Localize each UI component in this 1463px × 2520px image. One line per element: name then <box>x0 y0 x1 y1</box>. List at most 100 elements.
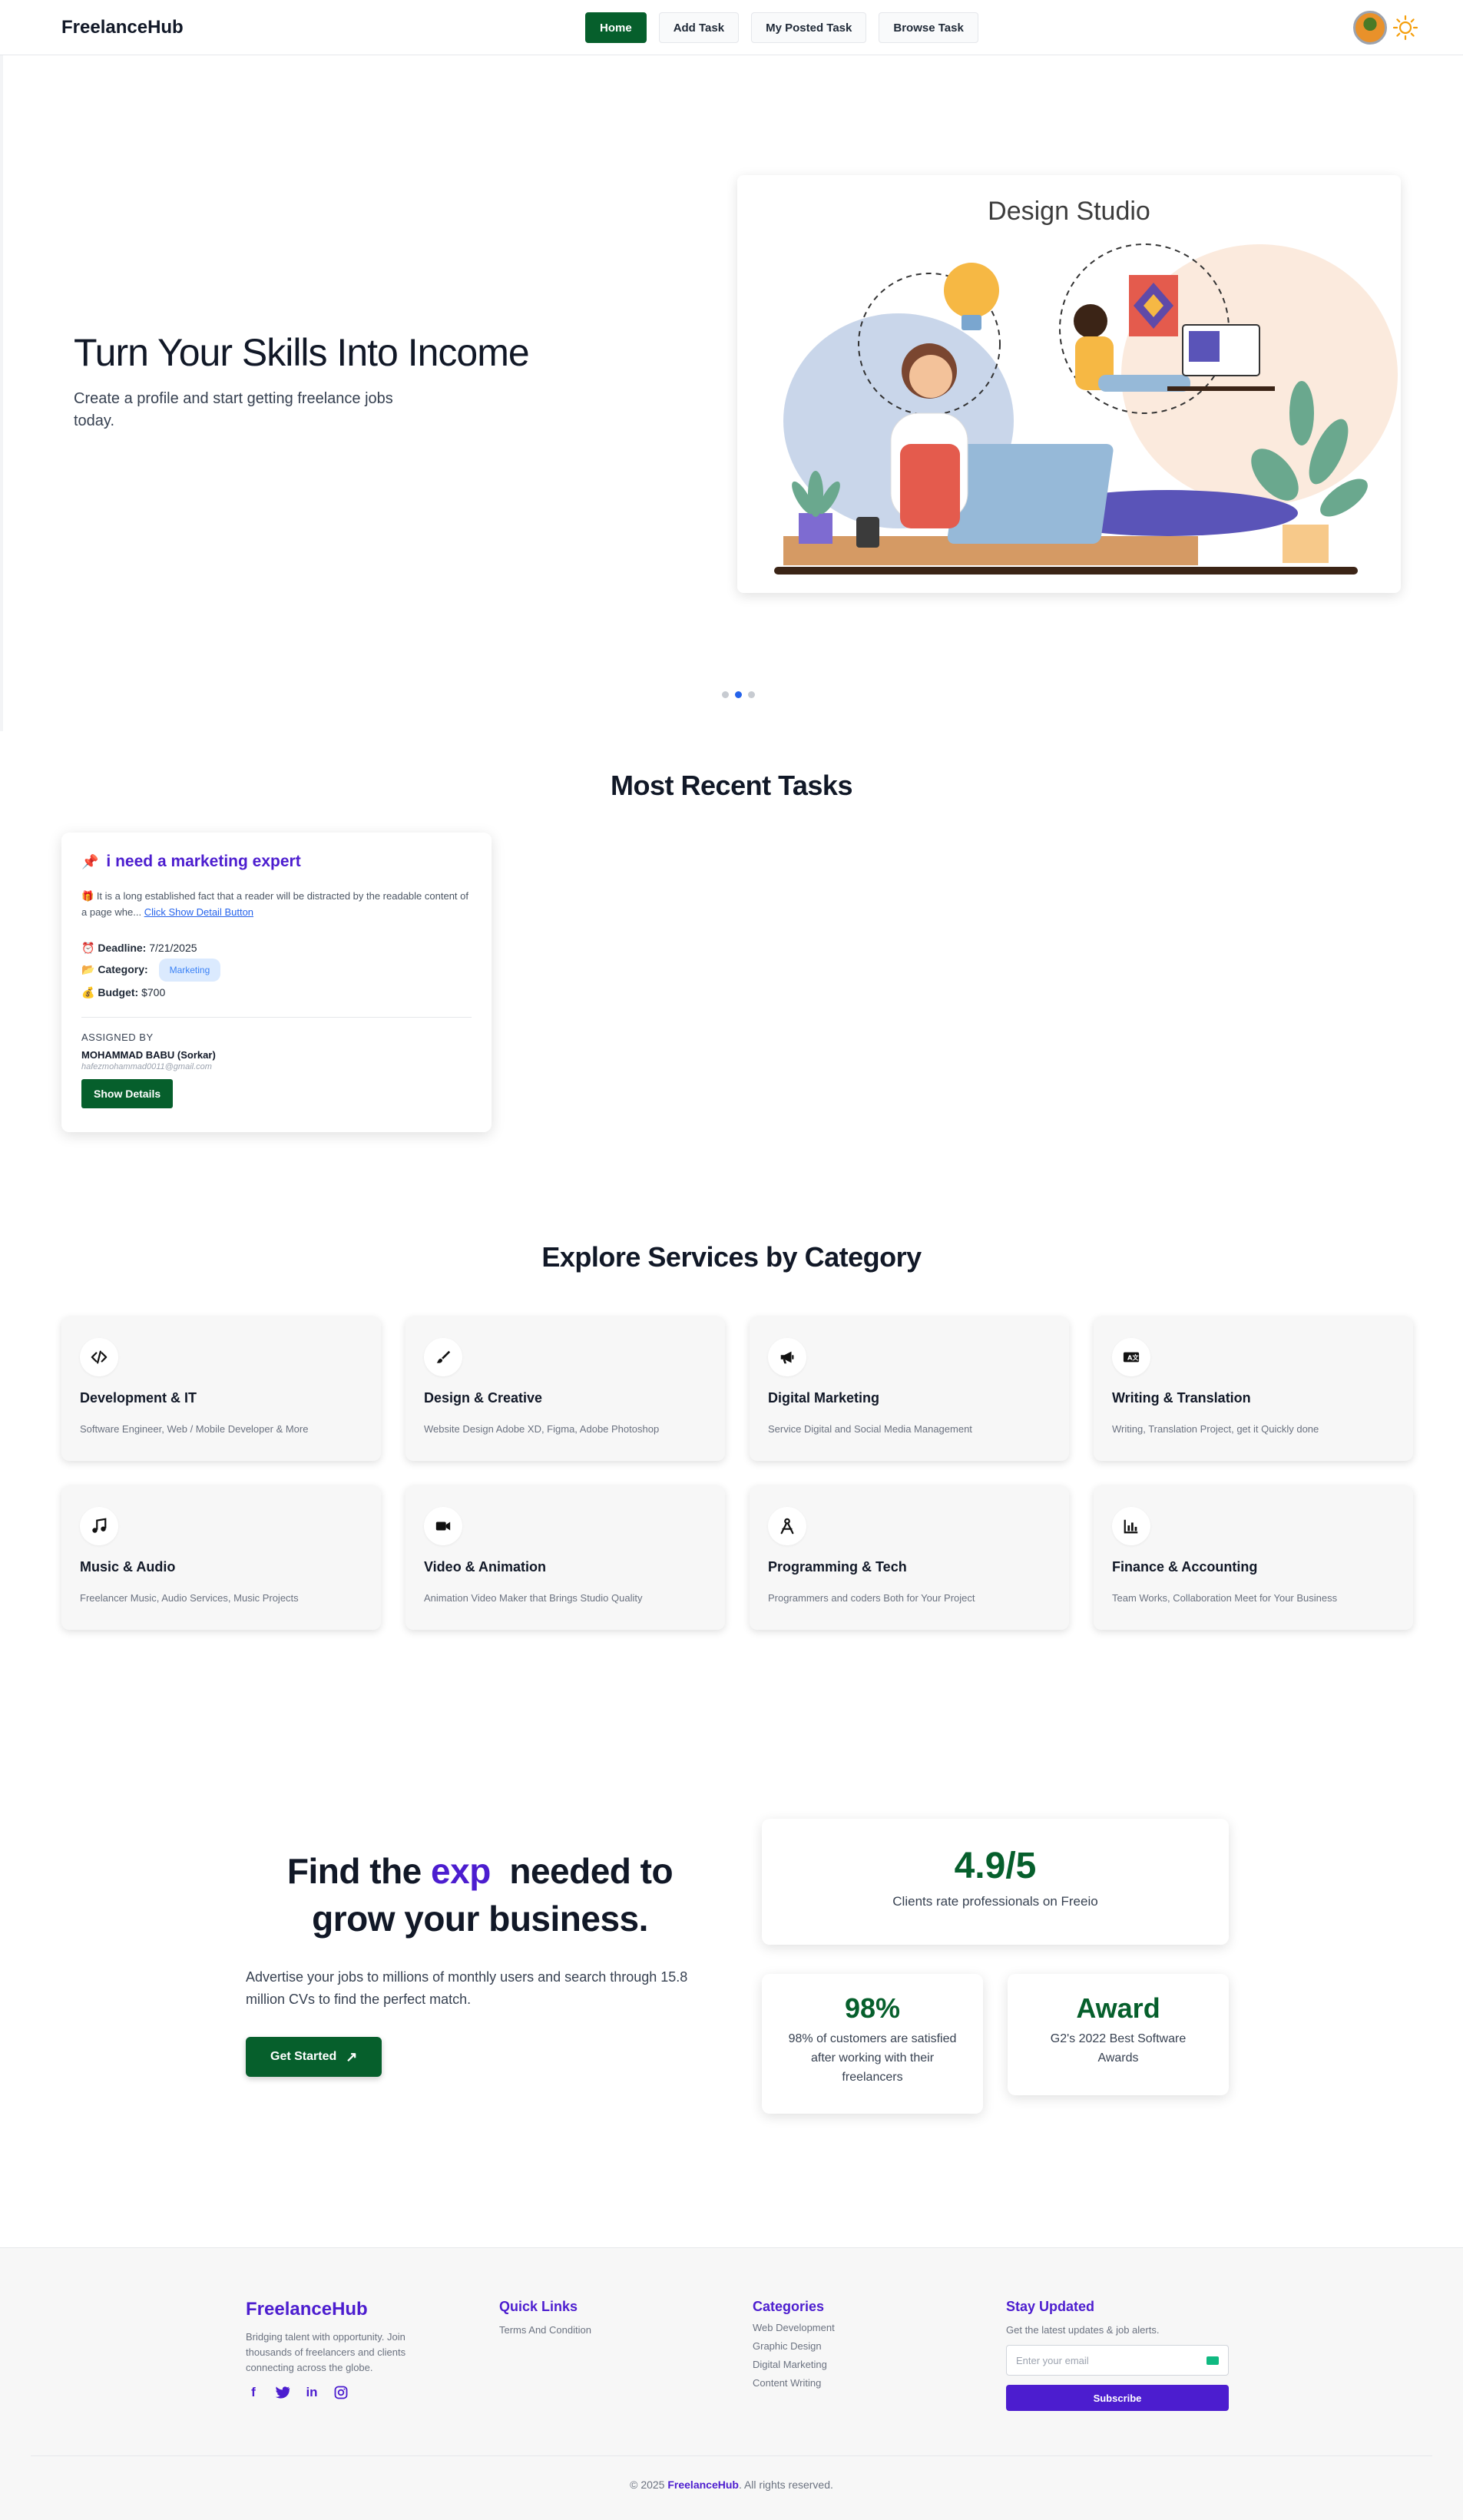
category-name: Digital Marketing <box>768 1390 880 1406</box>
budget-row: 💰 Budget: $700 <box>81 982 472 1003</box>
pushpin-icon: 📌 <box>81 853 99 869</box>
footer-link-digital-marketing[interactable]: Digital Marketing <box>753 2359 835 2370</box>
email-input[interactable]: Enter your email <box>1006 2345 1229 2376</box>
category-desc: Software Engineer, Web / Mobile Develope… <box>80 1423 309 1435</box>
stat-label: G2's 2022 Best Software Awards <box>1050 2032 1187 2065</box>
category-card-video[interactable]: Video & Animation Animation Video Maker … <box>405 1485 725 1630</box>
carousel-dot-active[interactable] <box>735 691 742 698</box>
svg-text:文: 文 <box>1132 1354 1139 1362</box>
arrow-up-right-icon: ↗ <box>346 2048 358 2065</box>
category-name: Writing & Translation <box>1112 1390 1251 1406</box>
category-desc: Website Design Adobe XD, Figma, Adobe Ph… <box>424 1423 660 1435</box>
bar-chart-icon <box>1112 1507 1150 1545</box>
task-meta: ⏰ Deadline: 7/21/2025 📂 Category: Market… <box>81 937 472 1003</box>
category-name: Music & Audio <box>80 1559 176 1575</box>
deadline-value: 7/21/2025 <box>149 942 197 954</box>
instagram-icon[interactable] <box>333 2385 349 2400</box>
stat-card-rating: 4.9/5 Clients rate professionals on Free… <box>762 1819 1229 1945</box>
footer-tagline: Bridging talent with opportunity. Join t… <box>246 2331 406 2373</box>
category-name: Programming & Tech <box>768 1559 907 1575</box>
autofill-key-icon[interactable] <box>1206 2356 1219 2365</box>
category-card-design[interactable]: Design & Creative Website Design Adobe X… <box>405 1316 725 1461</box>
category-card-programming[interactable]: Programming & Tech Programmers and coder… <box>750 1485 1069 1630</box>
stats-heading: Find the exp needed to grow your busines… <box>246 1847 714 1942</box>
category-card-music[interactable]: Music & Audio Freelancer Music, Audio Se… <box>61 1485 381 1630</box>
category-row: 📂 Category: Marketing <box>81 959 472 982</box>
stat-card-satisfaction: 98% 98% of customers are satisfied after… <box>762 1974 983 2114</box>
category-name: Development & IT <box>80 1390 197 1406</box>
subscribe-button[interactable]: Subscribe <box>1006 2385 1229 2411</box>
category-desc: Writing, Translation Project, get it Qui… <box>1112 1423 1319 1435</box>
footer-divider <box>31 2455 1432 2456</box>
footer-newsletter: Stay Updated Get the latest updates & jo… <box>1006 2299 1229 2411</box>
navbar: FreelanceHub Home Add Task My Posted Tas… <box>0 0 1463 55</box>
sun-icon[interactable] <box>1392 14 1419 41</box>
footer-link-graphic-design[interactable]: Graphic Design <box>753 2340 835 2352</box>
detail-link[interactable]: Click Show Detail Button <box>144 906 253 918</box>
category-card-development[interactable]: Development & IT Software Engineer, Web … <box>61 1316 381 1461</box>
category-name: Design & Creative <box>424 1390 543 1406</box>
folder-icon: 📂 <box>81 963 95 975</box>
copyright-brand[interactable]: FreelanceHub <box>667 2479 739 2491</box>
category-desc: Team Works, Collaboration Meet for Your … <box>1112 1592 1338 1604</box>
copyright-prefix: © 2025 <box>630 2479 665 2491</box>
hero-illustration-card: Design Studio <box>737 175 1401 593</box>
category-card-finance[interactable]: Finance & Accounting Team Works, Collabo… <box>1094 1485 1413 1630</box>
category-card-marketing[interactable]: Digital Marketing Service Digital and So… <box>750 1316 1069 1461</box>
facebook-icon[interactable]: f <box>246 2385 261 2400</box>
footer-link-terms[interactable]: Terms And Condition <box>499 2324 591 2336</box>
carousel-dot[interactable] <box>722 691 729 698</box>
show-details-button[interactable]: Show Details <box>81 1079 174 1108</box>
task-description-text: It is a long established fact that a rea… <box>81 890 468 918</box>
copyright-suffix: . All rights reserved. <box>738 2479 833 2491</box>
newsletter-text: Get the latest updates & job alerts. <box>1006 2324 1160 2336</box>
paintbrush-icon <box>424 1338 462 1376</box>
deadline-label: Deadline: <box>98 942 147 954</box>
newsletter-heading: Stay Updated <box>1006 2299 1095 2314</box>
task-card: 📌 i need a marketing expert 🎁 It is a lo… <box>61 833 492 1132</box>
carousel-dot[interactable] <box>748 691 755 698</box>
nav-add-task[interactable]: Add Task <box>658 12 740 43</box>
nav-home[interactable]: Home <box>585 12 647 43</box>
stat-label: Clients rate professionals on Freeio <box>892 1894 1098 1909</box>
category-card-writing[interactable]: A文 Writing & Translation Writing, Transl… <box>1094 1316 1413 1461</box>
illustration-heading: Design Studio <box>988 197 1150 226</box>
user-avatar[interactable] <box>1353 11 1387 45</box>
footer: FreelanceHub Bridging talent with opport… <box>0 2247 1463 2520</box>
carousel-dots <box>722 691 755 698</box>
footer-link-content-writing[interactable]: Content Writing <box>753 2377 835 2389</box>
social-links: f in <box>246 2385 445 2400</box>
email-placeholder: Enter your email <box>1016 2354 1089 2366</box>
code-icon <box>80 1338 118 1376</box>
categories-heading: Explore Services by Category <box>541 1241 922 1273</box>
linkedin-icon[interactable]: in <box>304 2385 319 2400</box>
stat-value: 98% <box>844 1992 901 2024</box>
category-name: Video & Animation <box>424 1559 547 1575</box>
task-title[interactable]: i need a marketing expert <box>106 853 300 871</box>
hero-title: Turn Your Skills Into Income <box>74 331 530 374</box>
footer-quick-links: Quick Links Terms And Condition <box>499 2299 591 2336</box>
task-description: 🎁 It is a long established fact that a r… <box>81 888 472 920</box>
footer-brand[interactable]: FreelanceHub <box>246 2299 445 2320</box>
category-grid: Development & IT Software Engineer, Web … <box>61 1316 1413 1630</box>
video-icon <box>424 1507 462 1545</box>
nav-links: Home Add Task My Posted Task Browse Task <box>585 12 978 43</box>
assigned-name: MOHAMMAD BABU (Sorkar) <box>81 1049 216 1061</box>
task-divider <box>81 1017 472 1018</box>
brand-logo[interactable]: FreelanceHub <box>61 17 184 38</box>
stat-value: 4.9/5 <box>954 1846 1037 1886</box>
quick-links-heading: Quick Links <box>499 2299 578 2314</box>
stats-heading-prefix: Find the <box>286 1851 422 1891</box>
nav-my-posted-task[interactable]: My Posted Task <box>751 12 867 43</box>
twitter-icon[interactable] <box>275 2385 290 2400</box>
get-started-button[interactable]: Get Started ↗ <box>246 2037 382 2077</box>
nav-browse-task[interactable]: Browse Task <box>879 12 978 43</box>
alarm-icon: ⏰ <box>81 942 95 954</box>
deadline-row: ⏰ Deadline: 7/21/2025 <box>81 937 472 959</box>
footer-link-web-development[interactable]: Web Development <box>753 2322 835 2333</box>
category-desc: Animation Video Maker that Brings Studio… <box>424 1592 643 1604</box>
stat-label: 98% of customers are satisfied after wor… <box>788 2032 957 2084</box>
stat-card-award: Award G2's 2022 Best Software Awards <box>1008 1974 1229 2095</box>
hero-edge <box>0 55 3 731</box>
footer-brand-column: FreelanceHub Bridging talent with opport… <box>246 2299 445 2400</box>
